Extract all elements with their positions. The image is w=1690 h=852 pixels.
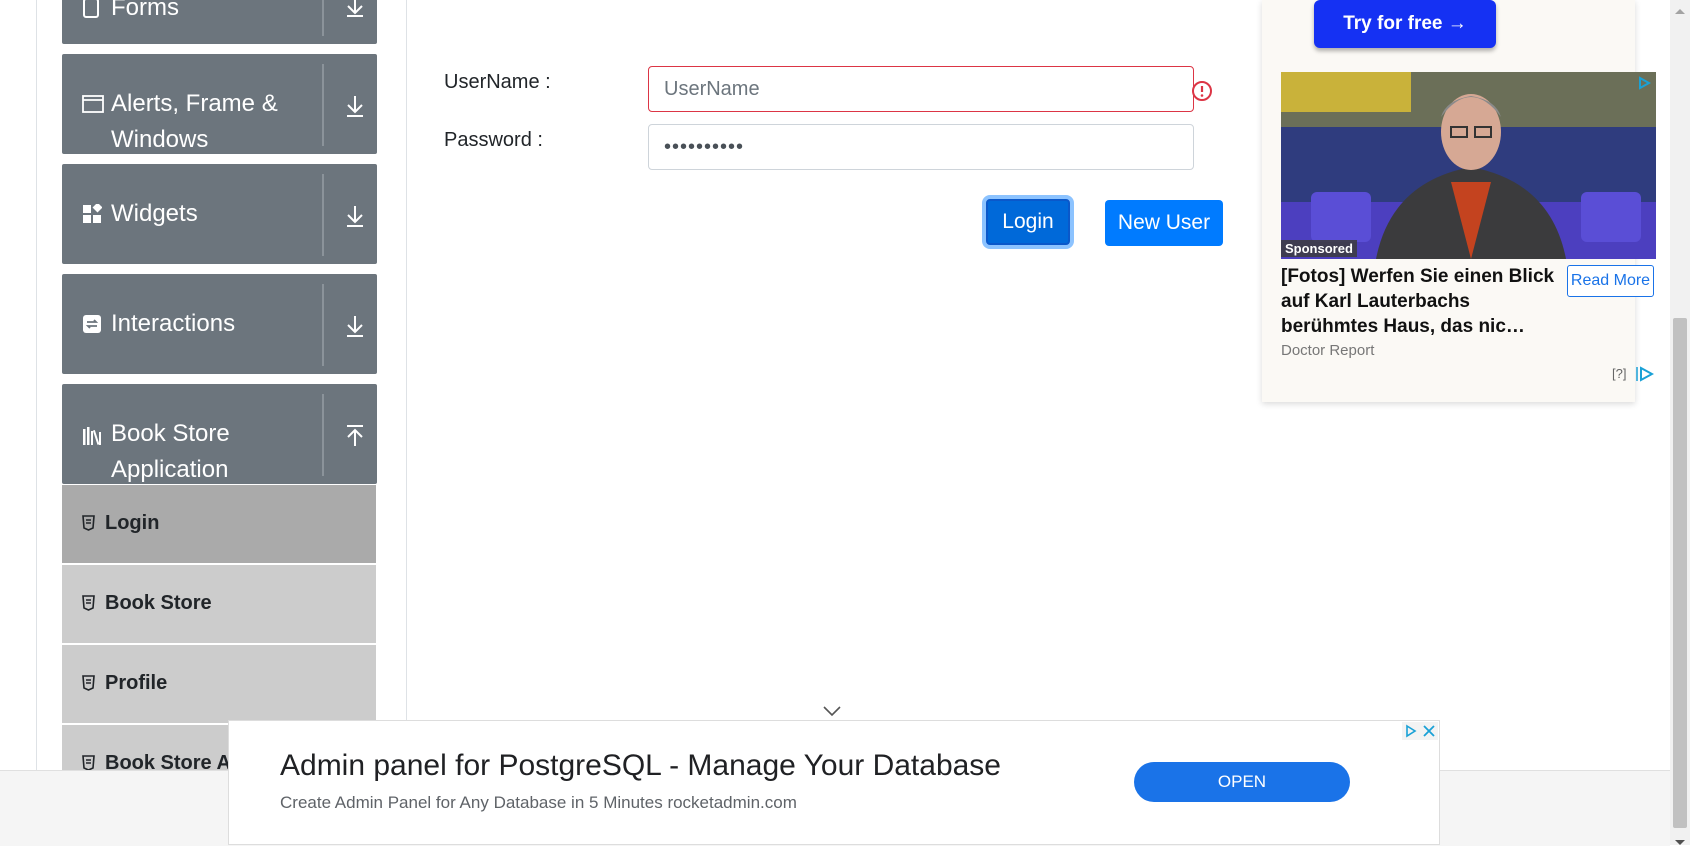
html5-icon [82, 675, 95, 691]
bottom-ad-title[interactable]: Admin panel for PostgreSQL - Manage Your… [280, 749, 1001, 783]
group-divider [322, 0, 324, 36]
menu-item-profile[interactable]: Profile [62, 645, 376, 725]
ad-source: Doctor Report [1281, 342, 1375, 359]
error-icon [1191, 80, 1213, 102]
bottom-ad-subtitle: Create Admin Panel for Any Database in 5… [280, 793, 797, 812]
menu-item-label: Profile [105, 672, 168, 694]
menu-item-label: Book Store [105, 592, 212, 614]
sidebar-group-interactions[interactable]: Interactions [62, 274, 377, 374]
scroll-up-arrow-icon[interactable] [1674, 2, 1686, 20]
sidebar-group-title: Forms [111, 0, 179, 21]
shell-border-left [36, 0, 37, 770]
widgets-icon [82, 202, 104, 226]
content-border [406, 0, 407, 720]
adchoices-icon[interactable] [1637, 76, 1652, 95]
upload-arrow-icon[interactable] [344, 424, 366, 448]
ad-help-link[interactable]: [?] [1612, 366, 1626, 381]
group-divider [322, 394, 324, 476]
password-input[interactable]: •••••••••• [648, 124, 1194, 170]
open-button[interactable]: OPEN [1134, 762, 1350, 802]
login-button[interactable]: Login [986, 199, 1070, 245]
sidebar-group-title: Alerts, Frame & Windows [111, 90, 278, 153]
download-arrow-icon[interactable] [344, 314, 366, 338]
html5-icon [82, 595, 95, 611]
html5-icon [82, 515, 95, 531]
group-divider [322, 64, 324, 146]
sidebar-group-title: Book Store Application [111, 420, 230, 483]
ad-headline[interactable]: [Fotos] Werfen Sie einen Blick auf Karl … [1281, 264, 1571, 339]
try-for-free-button[interactable]: Try for free → [1314, 0, 1496, 48]
new-user-button[interactable]: New User [1105, 200, 1223, 246]
sidebar-group-forms[interactable]: Forms [62, 0, 377, 44]
sidebar-group-title: Widgets [111, 200, 198, 227]
menu-item-label: Login [105, 512, 160, 534]
group-divider [322, 284, 324, 366]
read-more-button[interactable]: Read More [1567, 265, 1654, 297]
menu-item-login[interactable]: Login [62, 485, 376, 565]
form-icon [82, 0, 104, 20]
username-label: UserName : [444, 71, 551, 93]
ad-image[interactable] [1281, 72, 1656, 259]
scroll-down-arrow-icon[interactable] [1674, 834, 1686, 852]
password-label: Password : [444, 129, 543, 151]
html5-icon [82, 755, 95, 770]
sidebar-group-alerts[interactable]: Alerts, Frame & Windows [62, 54, 377, 154]
sponsored-badge: Sponsored [1281, 240, 1357, 257]
sidebar-group-book-store[interactable]: Book Store Application [62, 384, 377, 484]
download-arrow-icon[interactable] [344, 204, 366, 228]
sidebar-group-widgets[interactable]: Widgets [62, 164, 377, 264]
scrollbar-thumb[interactable] [1673, 318, 1687, 828]
group-divider [322, 174, 324, 256]
download-arrow-icon[interactable] [344, 94, 366, 118]
window-icon [82, 94, 104, 116]
password-value: •••••••••• [664, 135, 745, 158]
menu-item-book-store[interactable]: Book Store [62, 565, 376, 645]
ad-close-icon[interactable] [1402, 722, 1438, 740]
chevron-down-icon[interactable] [344, 0, 366, 20]
username-input[interactable] [648, 66, 1194, 112]
adchoices-icon[interactable] [1636, 366, 1655, 387]
sidebar-group-title: Interactions [111, 310, 236, 337]
interactions-icon [82, 314, 104, 336]
books-icon [82, 426, 104, 448]
